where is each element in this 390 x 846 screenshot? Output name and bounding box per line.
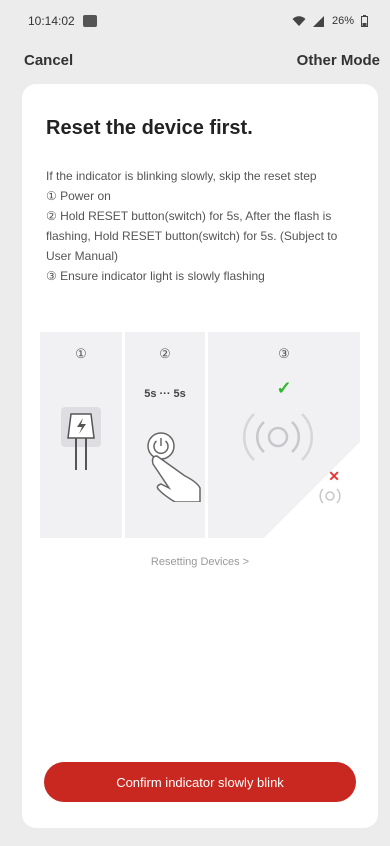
power-plug-icon bbox=[61, 407, 101, 470]
instruction-intro: If the indicator is blinking slowly, ski… bbox=[46, 169, 317, 183]
cross-icon: ✕ bbox=[328, 468, 340, 484]
other-mode-button[interactable]: Other Mode bbox=[297, 52, 380, 69]
wifi-icon bbox=[292, 15, 306, 26]
step-3-number: ③ bbox=[278, 346, 290, 361]
step-3-panel: ③ ✓ ✕ bbox=[208, 332, 360, 538]
instruction-step-1: ① Power on bbox=[46, 189, 111, 203]
fast-blink-indicator-icon bbox=[319, 488, 341, 504]
page-title: Reset the device first. bbox=[46, 117, 253, 139]
step-2-panel: ② 5s ··· 5s bbox=[125, 332, 205, 538]
instruction-step-3: ③ Ensure indicator light is slowly flash… bbox=[46, 269, 265, 283]
reset-illustration: ① ② 5s ··· 5s ③ ✓ ✕ bbox=[40, 332, 360, 538]
gallery-notification-icon bbox=[82, 15, 97, 27]
top-bar: Cancel Other Mode bbox=[0, 42, 390, 78]
cancel-button[interactable]: Cancel bbox=[24, 52, 73, 69]
step-2-number: ② bbox=[159, 346, 171, 361]
timer-label: 5s ··· 5s bbox=[144, 388, 186, 400]
hand-icon bbox=[151, 455, 201, 502]
step-1-number: ① bbox=[75, 346, 87, 361]
instruction-step-2: ② Hold RESET button(switch) for 5s, Afte… bbox=[46, 209, 338, 263]
status-time: 10:14:02 bbox=[28, 14, 75, 28]
instructions: If the indicator is blinking slowly, ski… bbox=[46, 166, 364, 286]
checkmark-icon: ✓ bbox=[276, 378, 292, 398]
battery-icon bbox=[361, 15, 368, 27]
battery-percent: 26% bbox=[331, 15, 354, 27]
signal-icon bbox=[312, 15, 324, 27]
resetting-devices-link[interactable]: Resetting Devices > bbox=[22, 556, 378, 568]
blinking-indicator-icon bbox=[243, 413, 313, 461]
status-bar: 10:14:02 26% bbox=[0, 0, 390, 42]
step-1-panel: ① bbox=[40, 332, 122, 538]
reset-card: Reset the device first. If the indicator… bbox=[22, 84, 378, 828]
confirm-button[interactable]: Confirm indicator slowly blink bbox=[44, 762, 356, 802]
